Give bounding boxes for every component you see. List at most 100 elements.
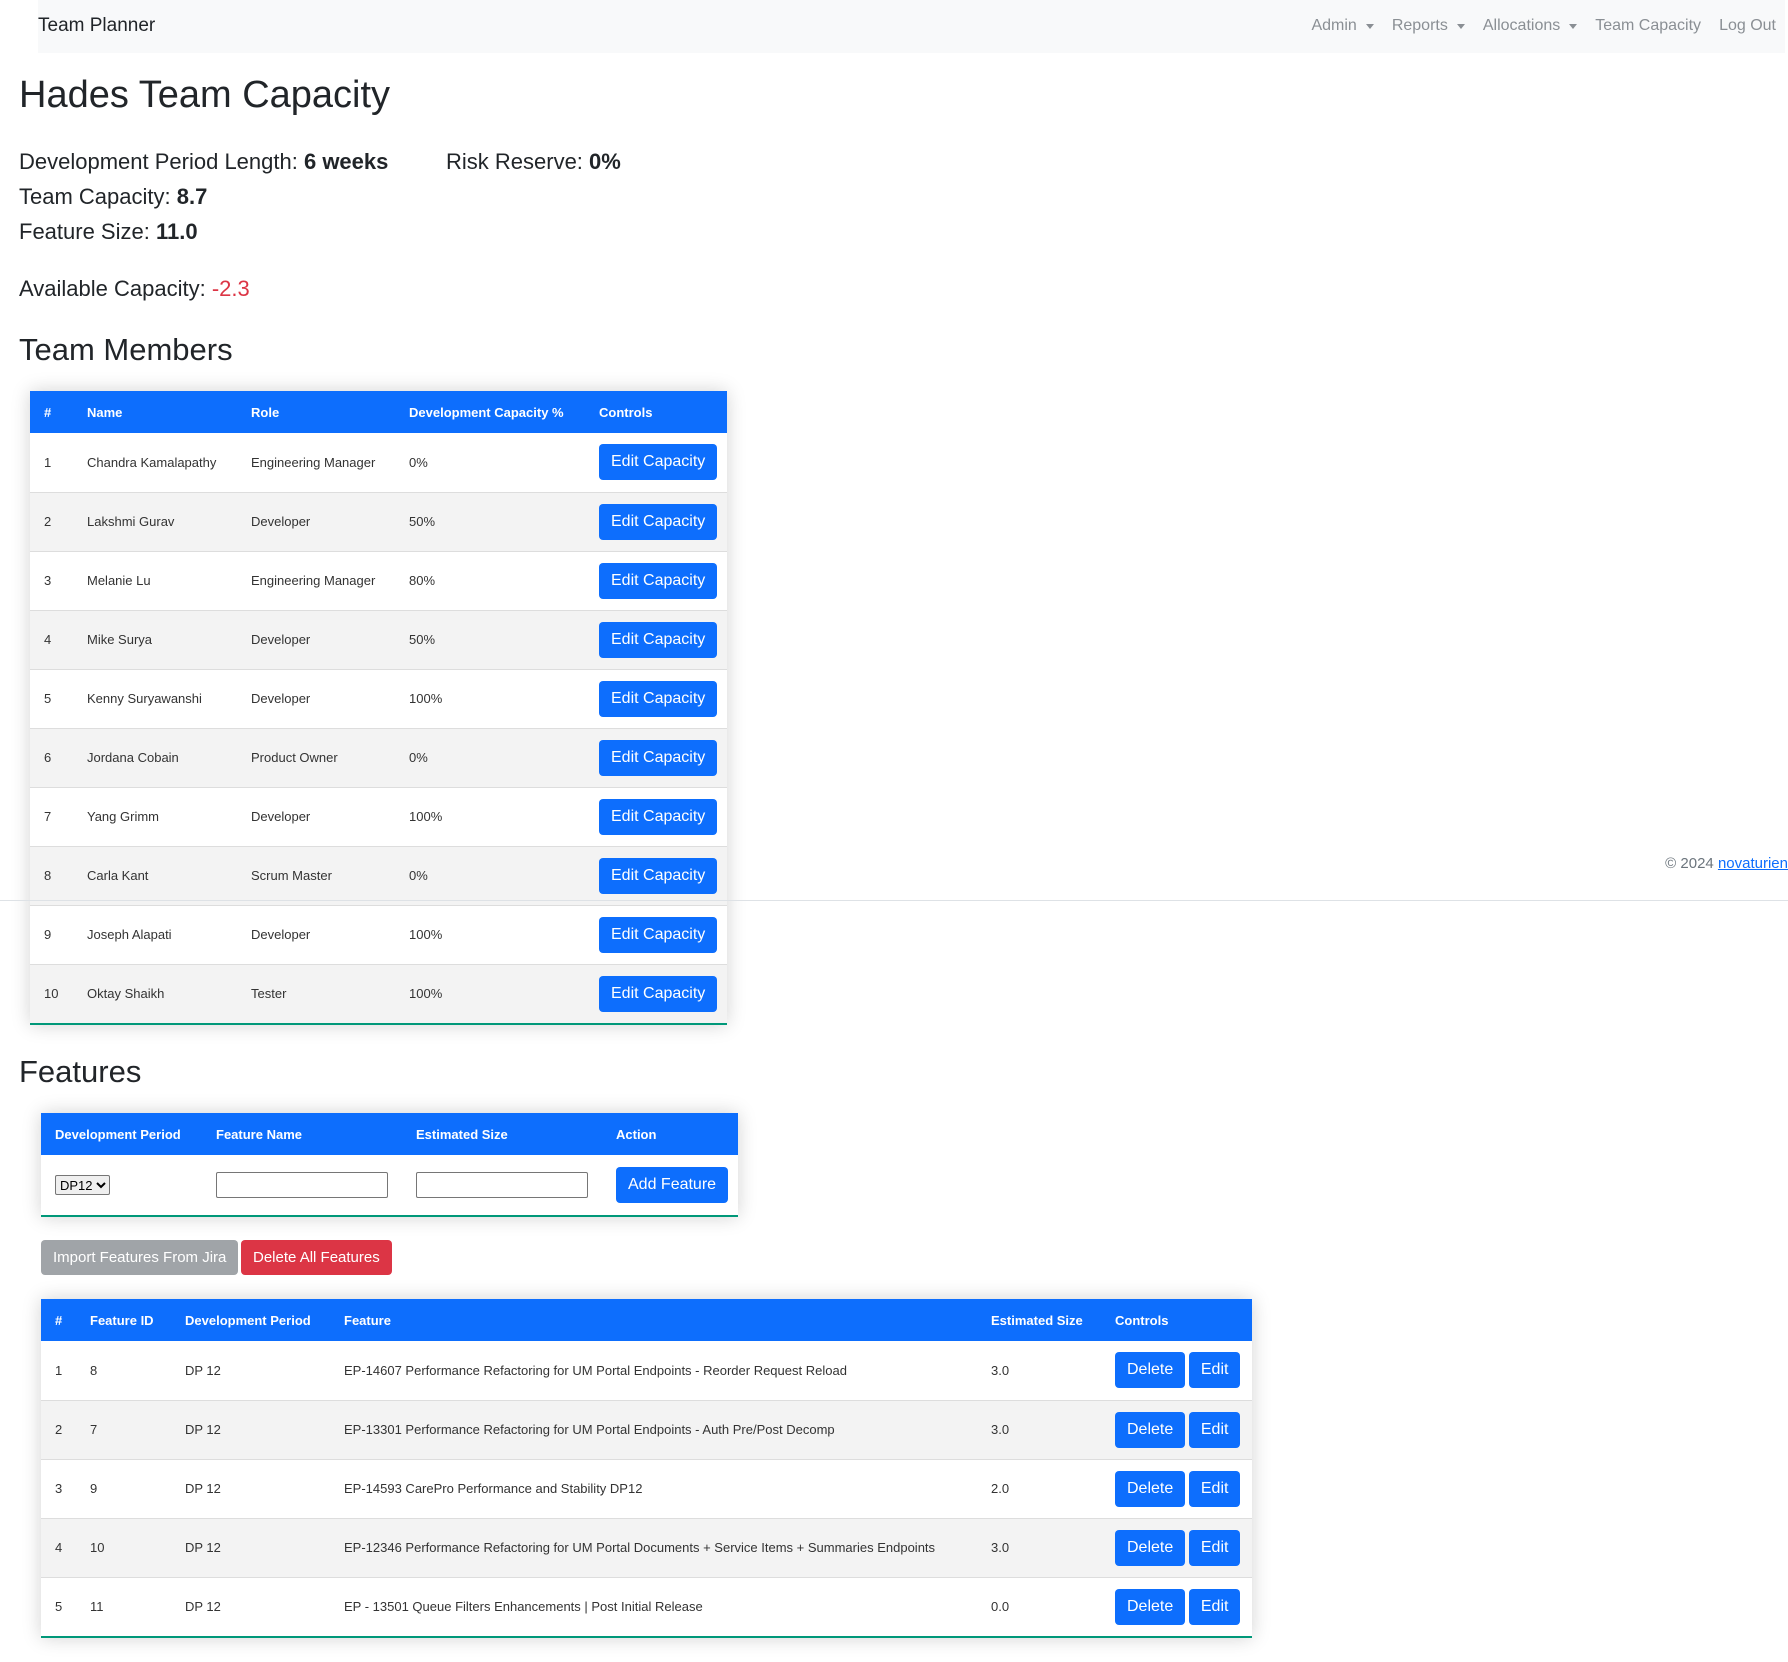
dev-period-label: Development Period Length:	[19, 149, 304, 174]
form-row: DP12 Add Feature	[41, 1155, 738, 1215]
member-name: Carla Kant	[73, 846, 237, 906]
footer-link[interactable]: novaturien	[1718, 855, 1788, 872]
member-number: 7	[30, 787, 73, 847]
col-controls: Controls	[1115, 1312, 1169, 1328]
nav-log-out[interactable]: Log Out	[1719, 17, 1776, 35]
member-capacity: 0%	[395, 846, 585, 906]
edit-capacity-button[interactable]: Edit Capacity	[599, 503, 718, 540]
delete-feature-button[interactable]: Delete	[1115, 1529, 1186, 1566]
features-table: # Feature ID Development Period Feature …	[41, 1299, 1252, 1638]
import-jira-button[interactable]: Import Features From Jira	[41, 1240, 239, 1275]
footer-copyright: © 2024	[1665, 855, 1718, 872]
feature-number: 1	[41, 1341, 76, 1401]
member-name: Lakshmi Gurav	[73, 492, 237, 552]
delete-feature-button[interactable]: Delete	[1115, 1352, 1186, 1389]
team-capacity-stat: Team Capacity: 8.7	[19, 184, 207, 210]
member-role: Tester	[251, 986, 287, 1002]
col-development-period: Development Period	[185, 1312, 311, 1328]
edit-feature-button[interactable]: Edit	[1188, 1470, 1241, 1507]
member-number: 8	[30, 846, 73, 906]
member-capacity: 50%	[395, 610, 585, 670]
feature-size-label: Feature Size:	[19, 219, 156, 244]
col-estimated-size: Estimated Size	[991, 1312, 1083, 1328]
member-capacity: 80%	[395, 551, 585, 611]
edit-capacity-button[interactable]: Edit Capacity	[599, 621, 718, 658]
footer-divider	[0, 900, 1788, 901]
member-name: Melanie Lu	[73, 551, 237, 611]
edit-feature-button[interactable]: Edit	[1188, 1588, 1241, 1625]
member-capacity: 0%	[395, 728, 585, 788]
member-capacity: 50%	[395, 492, 585, 552]
member-capacity: 100%	[395, 787, 585, 847]
nav-allocations[interactable]: Allocations	[1482, 17, 1578, 35]
nav-allocations-label: Allocations	[1482, 17, 1561, 34]
member-role: Scrum Master	[237, 846, 395, 906]
member-number: 6	[30, 728, 73, 788]
feature-period: DP 12	[171, 1518, 330, 1578]
available-capacity-value: -2.3	[211, 276, 250, 301]
delete-all-features-button[interactable]: Delete All Features	[241, 1240, 392, 1275]
team-row: 8 Carla Kant Scrum Master 0% Edit Capaci…	[30, 846, 727, 906]
add-feature-button[interactable]: Add Feature	[616, 1167, 729, 1203]
member-number: 10	[44, 986, 59, 1002]
member-number: 9	[30, 905, 73, 965]
feature-name: EP - 13501 Queue Filters Enhancements | …	[344, 1599, 703, 1615]
edit-capacity-button[interactable]: Edit Capacity	[599, 798, 718, 835]
member-role: Developer	[237, 492, 395, 552]
team-capacity-label: Team Capacity:	[19, 184, 177, 209]
edit-capacity-button[interactable]: Edit Capacity	[599, 916, 718, 953]
col-controls: Controls	[599, 404, 653, 420]
team-row: 10 Oktay Shaikh Tester 100% Edit Capacit…	[30, 964, 727, 1023]
feature-period: DP 12	[171, 1400, 330, 1460]
caret-down-icon	[1365, 23, 1374, 29]
feature-name-input[interactable]	[216, 1172, 388, 1198]
col-name: Name	[87, 404, 123, 420]
team-row: 9 Joseph Alapati Developer 100% Edit Cap…	[30, 905, 727, 965]
feature-row: 3 9 DP 12 EP-14593 CarePro Performance a…	[41, 1459, 1252, 1519]
feature-name: EP-13301 Performance Refactoring for UM …	[330, 1400, 977, 1460]
team-row: 2 Lakshmi Gurav Developer 50% Edit Capac…	[30, 492, 727, 552]
edit-capacity-button[interactable]: Edit Capacity	[599, 975, 718, 1012]
edit-capacity-button[interactable]: Edit Capacity	[599, 562, 718, 599]
nav-reports-label: Reports	[1391, 17, 1448, 34]
col-number: #	[44, 404, 52, 420]
edit-capacity-button[interactable]: Edit Capacity	[599, 680, 718, 717]
delete-feature-button[interactable]: Delete	[1115, 1470, 1186, 1507]
form-header: Development Period Feature Name Estimate…	[41, 1113, 738, 1155]
feature-row: 2 7 DP 12 EP-13301 Performance Refactori…	[41, 1400, 1252, 1460]
feature-name: EP-12346 Performance Refactoring for UM …	[330, 1518, 977, 1578]
estimated-size-input[interactable]	[416, 1172, 588, 1198]
member-name: Yang Grimm	[73, 787, 237, 847]
feature-size-value: 11.0	[155, 219, 198, 244]
nav-reports[interactable]: Reports	[1392, 17, 1465, 35]
edit-capacity-button[interactable]: Edit Capacity	[599, 739, 718, 776]
nav-log-out-label: Log Out	[1719, 17, 1776, 34]
feature-row: 4 10 DP 12 EP-12346 Performance Refactor…	[41, 1518, 1252, 1578]
col-dev-capacity: Development Capacity %	[409, 404, 564, 420]
dev-period-stat: Development Period Length: 6 weeks	[19, 149, 388, 175]
risk-reserve-value: 0%	[589, 149, 621, 174]
delete-feature-button[interactable]: Delete	[1115, 1411, 1186, 1448]
feature-id: 11	[90, 1599, 104, 1615]
navbar-brand[interactable]: Team Planner	[38, 15, 155, 37]
team-row: 7 Yang Grimm Developer 100% Edit Capacit…	[30, 787, 727, 847]
edit-feature-button[interactable]: Edit	[1188, 1529, 1241, 1566]
member-name: Chandra Kamalapathy	[73, 433, 237, 493]
caret-down-icon	[1456, 23, 1465, 29]
feature-period: DP 12	[185, 1599, 221, 1615]
col-role: Role	[251, 404, 280, 420]
feature-period: DP 12	[171, 1341, 330, 1401]
edit-capacity-button[interactable]: Edit Capacity	[599, 857, 718, 894]
edit-capacity-button[interactable]: Edit Capacity	[599, 444, 718, 481]
development-period-select[interactable]: DP12	[55, 1175, 110, 1195]
feature-name: EP-14593 CarePro Performance and Stabili…	[330, 1459, 977, 1519]
edit-feature-button[interactable]: Edit	[1188, 1352, 1241, 1389]
member-name: Jordana Cobain	[73, 728, 237, 788]
delete-feature-button[interactable]: Delete	[1115, 1588, 1186, 1625]
edit-feature-button[interactable]: Edit	[1188, 1411, 1241, 1448]
feature-size: 3.0	[977, 1400, 1101, 1460]
nav-admin[interactable]: Admin	[1311, 17, 1374, 35]
member-name: Joseph Alapati	[73, 905, 237, 965]
nav-team-capacity[interactable]: Team Capacity	[1595, 17, 1701, 35]
feature-id: 8	[76, 1341, 171, 1401]
